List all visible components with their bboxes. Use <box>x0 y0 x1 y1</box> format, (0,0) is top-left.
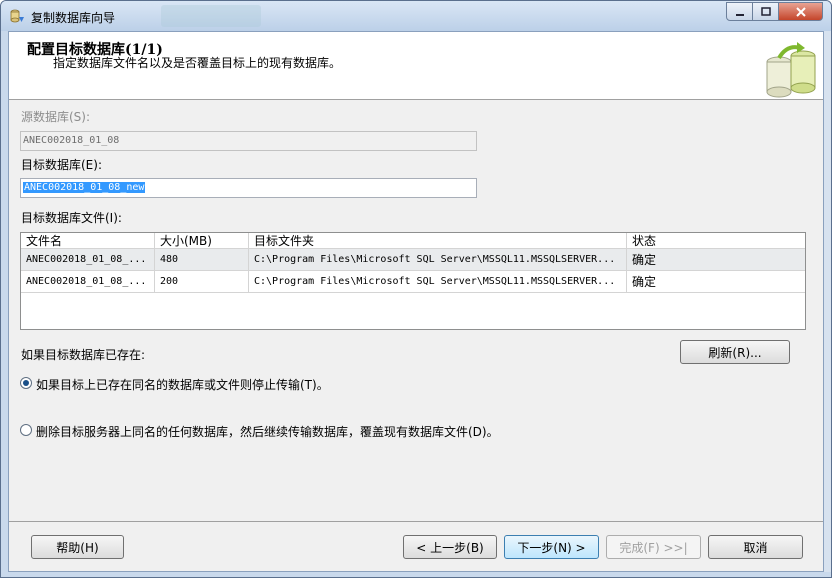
maximize-button[interactable] <box>752 2 779 21</box>
file-size-cell[interactable]: 200 <box>155 271 249 293</box>
close-icon <box>795 6 806 17</box>
stop-transfer-label[interactable]: 如果目标上已存在同名的数据库或文件则停止传输(T)。 <box>36 376 329 393</box>
file-folder-cell[interactable]: C:\Program Files\Microsoft SQL Server\MS… <box>249 271 627 293</box>
column-header-folder[interactable]: 目标文件夹 <box>249 233 627 249</box>
maximize-icon <box>760 6 771 16</box>
table-row[interactable]: ANEC002018_01_08_... 200 C:\Program File… <box>21 271 805 293</box>
window-title: 复制数据库向导 <box>31 11 116 25</box>
source-db-label: 源数据库(S): <box>21 110 91 124</box>
database-copy-icon <box>766 42 816 98</box>
footer-divider <box>9 521 823 522</box>
page-subtitle: 指定数据库文件名以及是否覆盖目标上的现有数据库。 <box>53 56 342 70</box>
file-name-cell[interactable]: ANEC002018_01_08_... <box>21 249 155 271</box>
finish-button: 完成(F) >>| <box>606 535 701 559</box>
db-exists-label: 如果目标数据库已存在: <box>21 348 146 362</box>
column-header-size[interactable]: 大小(MB) <box>155 233 249 249</box>
file-status-cell: 确定 <box>627 271 805 293</box>
help-button[interactable]: 帮助(H) <box>31 535 124 559</box>
cancel-button[interactable]: 取消 <box>708 535 803 559</box>
title-glass-area <box>161 5 261 27</box>
target-files-grid[interactable]: 文件名 大小(MB) 目标文件夹 状态 ANEC002018_01_08_...… <box>20 232 806 330</box>
drop-database-label[interactable]: 删除目标服务器上同名的任何数据库，然后继续传输数据库，覆盖现有数据库文件(D)。 <box>36 423 499 440</box>
wizard-client-area: 配置目标数据库(1/1) 指定数据库文件名以及是否覆盖目标上的现有数据库。 源数… <box>8 31 824 572</box>
target-db-input[interactable]: ANEC002018_01_08_new <box>20 178 477 198</box>
table-row[interactable]: ANEC002018_01_08_... 480 C:\Program File… <box>21 249 805 271</box>
file-size-cell[interactable]: 480 <box>155 249 249 271</box>
grid-header-row: 文件名 大小(MB) 目标文件夹 状态 <box>21 233 805 249</box>
target-db-value: ANEC002018_01_08_new <box>23 182 146 193</box>
source-db-field: ANEC002018_01_08 <box>20 131 477 151</box>
wizard-header: 配置目标数据库(1/1) 指定数据库文件名以及是否覆盖目标上的现有数据库。 <box>9 32 823 100</box>
column-header-filename[interactable]: 文件名 <box>21 233 155 249</box>
minimize-button[interactable] <box>726 2 753 21</box>
file-name-cell[interactable]: ANEC002018_01_08_... <box>21 271 155 293</box>
close-button[interactable] <box>778 2 823 21</box>
next-button[interactable]: 下一步(N) > <box>504 535 599 559</box>
file-folder-cell[interactable]: C:\Program Files\Microsoft SQL Server\MS… <box>249 249 627 271</box>
target-db-label: 目标数据库(E): <box>21 158 102 172</box>
window-edge-scrollbar <box>824 31 831 572</box>
target-files-label: 目标数据库文件(I): <box>21 211 122 225</box>
minimize-icon <box>735 13 744 16</box>
back-button[interactable]: < 上一步(B) <box>403 535 497 559</box>
stop-transfer-radio[interactable] <box>20 377 32 389</box>
file-status-cell: 确定 <box>627 249 805 271</box>
column-header-status[interactable]: 状态 <box>627 233 805 249</box>
title-bar[interactable]: 复制数据库向导 <box>1 1 831 31</box>
refresh-button[interactable]: 刷新(R)... <box>680 340 790 364</box>
wizard-window: 复制数据库向导 配置目标数据库(1/1) 指定数据库文件名以及是否覆盖目标上的现… <box>0 0 832 578</box>
drop-database-radio[interactable] <box>20 424 32 436</box>
database-wizard-icon <box>10 9 24 23</box>
